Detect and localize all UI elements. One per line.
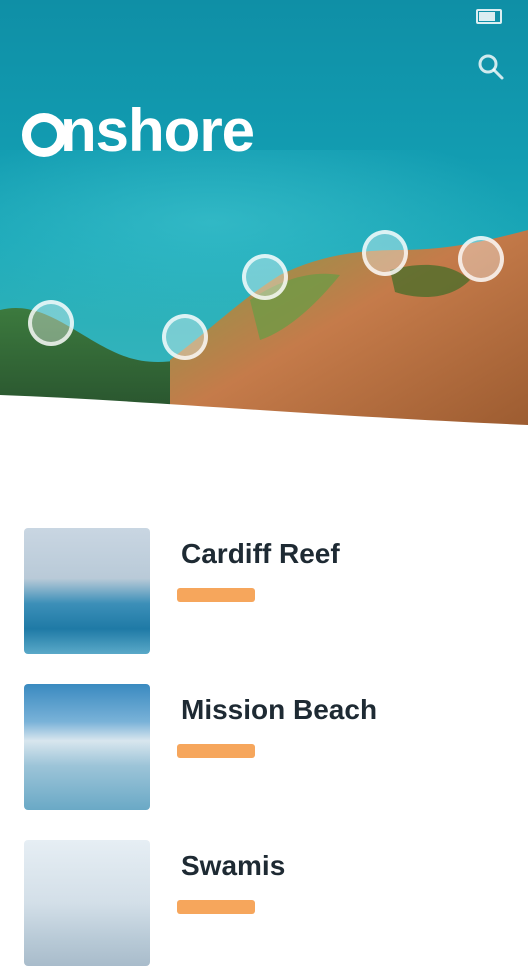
app-logo: nshore [22, 96, 255, 166]
map-pin-3[interactable] [242, 254, 288, 300]
hero-bottom-curve [0, 395, 528, 460]
spot-thumbnail [24, 528, 150, 654]
spot-thumbnail [24, 684, 150, 810]
spot-item-mission-beach[interactable]: Mission Beach [0, 684, 528, 824]
coastline-illustration [0, 230, 528, 440]
hero-banner: nshore [0, 0, 528, 440]
spot-title: Cardiff Reef [175, 538, 340, 570]
spot-title: Mission Beach [175, 694, 377, 726]
spot-rating-bar [177, 744, 255, 758]
search-button[interactable] [476, 52, 506, 82]
spot-thumbnail [24, 840, 150, 966]
spot-item-cardiff-reef[interactable]: Cardiff Reef [0, 528, 528, 668]
map-pin-4[interactable] [362, 230, 408, 276]
search-icon [478, 54, 504, 80]
spot-rating-bar [177, 900, 255, 914]
spot-name: Mission Beach [181, 694, 378, 725]
spot-name: Swamis [181, 850, 286, 881]
map-pin-5[interactable] [458, 236, 504, 282]
map-pin-2[interactable] [162, 314, 208, 360]
logo-text: nshore [60, 97, 255, 164]
battery-icon [476, 9, 502, 24]
spot-title: Swamis [175, 850, 285, 882]
spot-rating-bar [177, 588, 255, 602]
status-bar [0, 0, 528, 32]
map-pin-1[interactable] [28, 300, 74, 346]
spot-item-swamis[interactable]: Swamis [0, 840, 528, 980]
spot-name: Cardiff Reef [181, 538, 340, 569]
